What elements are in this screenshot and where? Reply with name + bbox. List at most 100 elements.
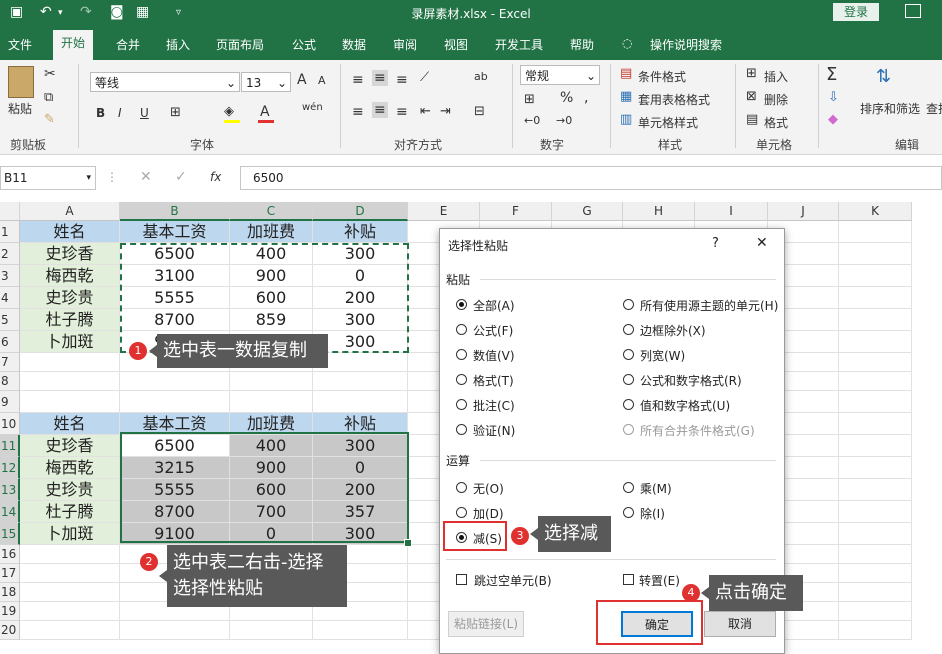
table-header-cell[interactable]: 基本工资 [120, 221, 230, 243]
name-cell[interactable]: 杜子腾 [20, 501, 120, 523]
paste-option-radio[interactable] [456, 424, 467, 435]
cell[interactable] [839, 331, 912, 353]
font-size-select[interactable]: 13 ⌄ [241, 72, 291, 92]
cell[interactable] [120, 391, 230, 413]
currency-icon[interactable]: ⊞ [524, 92, 535, 107]
merge-center-icon[interactable]: ⊟ [474, 104, 485, 119]
name-cell[interactable]: 史珍贵 [20, 287, 120, 309]
percent-button[interactable]: % [560, 90, 573, 106]
tab-developer[interactable]: 开发工具 [495, 36, 543, 53]
cell[interactable] [839, 353, 912, 372]
row-header-2[interactable]: 2 [0, 243, 20, 265]
wrap-text-icon[interactable]: ab [474, 70, 488, 83]
cell[interactable] [120, 372, 230, 391]
name-cell[interactable]: 杜子腾 [20, 309, 120, 331]
row-header-13[interactable]: 13 [0, 479, 20, 501]
row-header-11[interactable]: 11 [0, 435, 20, 457]
align-middle-icon[interactable]: ≡ [372, 70, 388, 86]
name-cell[interactable]: 卜加斑 [20, 523, 120, 545]
cell[interactable] [20, 353, 120, 372]
cell[interactable] [230, 391, 313, 413]
cell[interactable] [839, 583, 912, 602]
cell[interactable] [839, 221, 912, 243]
column-header-f[interactable]: F [480, 202, 552, 221]
tab-data[interactable]: 数据 [342, 36, 366, 53]
conditional-format-button[interactable]: 条件格式 [638, 68, 686, 85]
tab-merge[interactable]: 合并 [116, 36, 140, 53]
column-header-e[interactable]: E [408, 202, 480, 221]
italic-button[interactable]: I [118, 106, 122, 120]
paste-option-radio[interactable] [456, 399, 467, 410]
name-cell[interactable]: 梅西乾 [20, 265, 120, 287]
decrease-indent-icon[interactable]: ⇤ [420, 104, 431, 119]
paste-icon[interactable] [8, 66, 34, 98]
align-center-icon[interactable]: ≡ [372, 102, 388, 118]
name-cell[interactable]: 梅西乾 [20, 457, 120, 479]
tab-review[interactable]: 审阅 [393, 36, 417, 53]
format-cells-button[interactable]: 格式 [764, 114, 788, 131]
shrink-font-icon[interactable]: A [318, 74, 326, 87]
format-painter-icon[interactable]: ✎ [44, 112, 55, 127]
increase-indent-icon[interactable]: ⇥ [440, 104, 451, 119]
cell[interactable] [120, 621, 230, 640]
cell[interactable] [313, 621, 408, 640]
formula-input[interactable]: 6500 [240, 166, 942, 190]
sort-filter-button[interactable]: 排序和筛选 [860, 100, 920, 117]
delete-cells-button[interactable]: 删除 [764, 91, 788, 108]
find-select-button[interactable]: 查找 [926, 100, 942, 117]
cell[interactable] [230, 621, 313, 640]
paste-option-radio[interactable] [456, 324, 467, 335]
cell[interactable] [839, 287, 912, 309]
name-box[interactable]: B11 ▾ [0, 166, 96, 190]
row-header-19[interactable]: 19 [0, 602, 20, 621]
paste-option-radio[interactable] [623, 299, 634, 310]
row-header-7[interactable]: 7 [0, 353, 20, 372]
tab-formulas[interactable]: 公式 [292, 36, 316, 53]
comma-style-icon[interactable]: , [584, 90, 588, 106]
tab-home[interactable]: 开始 [53, 30, 94, 60]
row-header-14[interactable]: 14 [0, 501, 20, 523]
row-header-5[interactable]: 5 [0, 309, 20, 331]
operation-option-radio[interactable] [456, 482, 467, 493]
tab-page-layout[interactable]: 页面布局 [216, 36, 264, 53]
column-header-j[interactable]: J [768, 202, 839, 221]
decrease-decimal-icon[interactable]: →0 [556, 114, 572, 127]
tell-me-search[interactable]: 操作说明搜索 [650, 36, 722, 53]
cell[interactable] [839, 391, 912, 413]
cell[interactable] [20, 372, 120, 391]
insert-function-button[interactable]: fx [210, 170, 221, 184]
cell[interactable] [839, 435, 912, 457]
table-header-cell[interactable]: 加班费 [230, 221, 313, 243]
fill-icon[interactable]: ⇩ [828, 90, 839, 105]
cell-styles-button[interactable]: 单元格样式 [638, 114, 698, 131]
paste-option-radio[interactable] [456, 349, 467, 360]
clear-icon[interactable]: ◆ [828, 112, 838, 127]
paste-option-radio[interactable] [456, 374, 467, 385]
cell[interactable] [839, 309, 912, 331]
paste-option-radio[interactable] [623, 324, 634, 335]
row-header-3[interactable]: 3 [0, 265, 20, 287]
row-header-18[interactable]: 18 [0, 583, 20, 602]
cell[interactable] [20, 564, 120, 583]
font-name-select[interactable]: 等线 ⌄ [90, 72, 240, 92]
ribbon-display-options-icon[interactable] [905, 4, 921, 18]
tab-view[interactable]: 视图 [444, 36, 468, 53]
cell[interactable] [839, 413, 912, 435]
font-color-button[interactable]: A [260, 104, 270, 120]
cell[interactable] [313, 372, 408, 391]
align-right-icon[interactable]: ≡ [396, 104, 408, 120]
select-all-corner[interactable] [0, 202, 20, 221]
login-button[interactable]: 登录 [833, 3, 879, 21]
row-header-9[interactable]: 9 [0, 391, 20, 413]
increase-decimal-icon[interactable]: ←0 [524, 114, 540, 127]
transpose-checkbox[interactable] [623, 574, 634, 585]
row-header-12[interactable]: 12 [0, 457, 20, 479]
column-header-g[interactable]: G [552, 202, 623, 221]
cell[interactable] [839, 265, 912, 287]
paste-option-radio[interactable] [623, 399, 634, 410]
phonetic-button[interactable]: wén [302, 102, 323, 113]
copy-icon[interactable]: ⧉ [44, 90, 53, 105]
paste-option-radio[interactable] [623, 424, 634, 435]
cell[interactable] [839, 602, 912, 621]
cell[interactable] [839, 479, 912, 501]
